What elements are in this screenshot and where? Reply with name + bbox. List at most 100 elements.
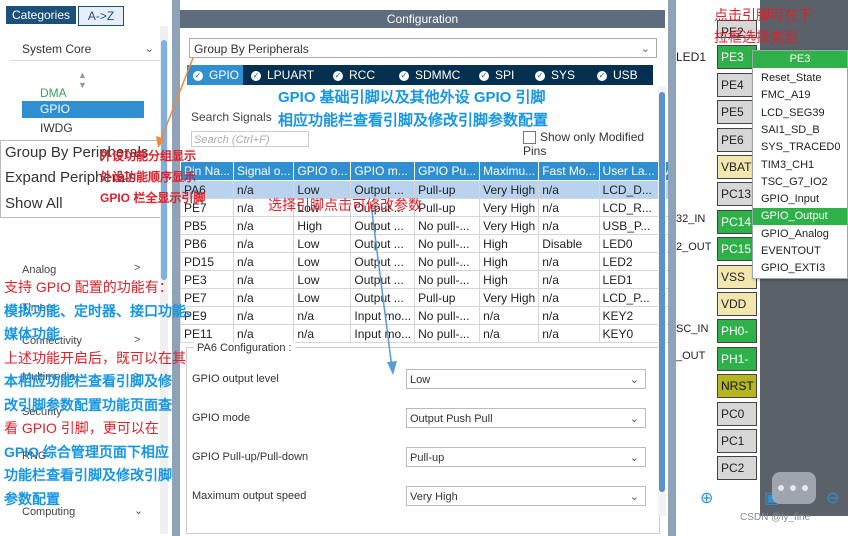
max-output-speed-select[interactable]: Very High ⌄ — [406, 486, 646, 506]
annotation-line: 外设功能分组显示 — [100, 149, 197, 163]
table-cell: PB6 — [180, 234, 235, 253]
chevron-right-icon: > — [134, 262, 141, 274]
pin-nrst[interactable]: NRST — [717, 374, 757, 399]
column-header[interactable]: Fast Mo... — [538, 161, 600, 181]
group-by-select[interactable]: Group By Peripherals ⌄ — [189, 38, 657, 58]
pin-menu-item[interactable]: Reset_State — [761, 70, 845, 87]
tab-a-to-z[interactable]: A->Z — [78, 6, 124, 26]
table-cell: High — [479, 270, 540, 289]
gpio-pull-select[interactable]: Pull-up ⌄ — [406, 447, 646, 467]
table-row[interactable]: PB6 n/a Low Output ... No pull-... High Disabl… — [180, 234, 668, 253]
zoom-in-icon[interactable]: ⊕ — [700, 488, 713, 508]
zoom-out-icon[interactable]: ⊖ — [826, 488, 839, 508]
pin-menu-item[interactable]: EVENTOUT — [761, 243, 845, 260]
table-row[interactable]: PE11 n/a n/a Input mo... No pull-... n/a n/a KE… — [180, 324, 668, 343]
table-cell: Output ... — [350, 270, 416, 289]
pin-pc2[interactable]: PC2 — [717, 456, 757, 481]
pin-vss[interactable]: VSS — [717, 264, 757, 289]
pin-ph1[interactable]: PH1- — [717, 346, 757, 371]
table-cell: n/a — [233, 324, 295, 343]
table-row[interactable]: PE3 n/a Low Output ... No pull-... High n/a LED… — [180, 270, 668, 289]
pin-menu-item[interactable]: SAI1_SD_B — [761, 122, 845, 139]
table-cell: Input mo... — [350, 306, 416, 325]
pin-pc13[interactable]: PC13 — [717, 182, 757, 207]
sidebar-item-iwdg[interactable]: IWDG — [40, 121, 73, 135]
config-scrollbar-thumb[interactable] — [659, 92, 665, 492]
show-modified-checkbox[interactable]: Show only Modified Pins — [523, 130, 668, 158]
max-output-speed-label: Maximum output speed — [192, 490, 307, 502]
pin-menu-item[interactable]: GPIO_EXTI3 — [761, 260, 845, 277]
table-cell: USB_P... — [598, 216, 659, 235]
column-header[interactable]: User La... — [598, 161, 659, 181]
gpio-pin-table: Pin Na... Signal o... GPIO o... GPIO m..… — [180, 161, 668, 343]
gpio-output-level-select[interactable]: Low ⌄ — [406, 369, 646, 389]
table-row[interactable]: PD15 n/a Low Output ... No pull-... High n/a LE… — [180, 252, 668, 271]
category-system-core[interactable]: System Core ⌄ — [10, 38, 160, 61]
table-cell: No pull-... — [414, 324, 481, 343]
pin-pe4[interactable]: PE4 — [717, 72, 757, 97]
table-row[interactable]: PA6 n/a Low Output ... Pull-up Very High n/a LC… — [180, 180, 668, 199]
gpio-mode-select[interactable]: Output Push Pull ⌄ — [406, 408, 646, 428]
check-icon: ✓ — [479, 70, 489, 81]
column-header[interactable]: GPIO Pu... — [414, 161, 481, 181]
tab-categories[interactable]: Categories — [6, 6, 76, 24]
chevron-down-icon: ⌄ — [629, 452, 639, 464]
pin-menu-item[interactable]: TIM3_CH1 — [761, 157, 845, 174]
pin-pe6[interactable]: PE6 — [717, 127, 757, 152]
pin-menu-item[interactable]: GPIO_Output — [753, 208, 847, 226]
table-cell: n/a — [538, 288, 600, 307]
pin-menu-item[interactable]: GPIO_Analog — [761, 226, 845, 243]
column-header[interactable]: GPIO m... — [350, 161, 416, 181]
pin-menu-item[interactable]: LCD_SEG39 — [761, 105, 845, 122]
table-cell: High — [479, 252, 540, 271]
pin-vbat[interactable]: VBAT — [717, 155, 757, 179]
table-cell: High — [293, 216, 352, 235]
table-cell: LED2 — [598, 252, 659, 271]
sidebar-item-gpio[interactable]: GPIO — [22, 101, 144, 118]
annotation-line: 拉框选择类型 — [714, 29, 798, 45]
column-header[interactable]: Signal o... — [233, 161, 295, 181]
pin-menu-item[interactable]: GPIO_Input — [761, 191, 845, 208]
table-cell: n/a — [479, 306, 540, 325]
table-cell: LCD_R... — [598, 198, 659, 217]
table-cell: n/a — [538, 324, 600, 343]
column-header[interactable]: GPIO o... — [293, 161, 352, 181]
annotation-line: 媒体功能 — [4, 326, 60, 342]
pin-menu-item[interactable]: SYS_TRACED0 — [761, 139, 845, 156]
tab-lpuart[interactable]: ✓ LPUART — [251, 65, 325, 85]
pin-ph0[interactable]: PH0- — [717, 319, 757, 344]
chevron-down-icon: ⌄ — [629, 491, 639, 503]
table-cell: n/a — [233, 252, 295, 271]
tab-usb[interactable]: ✓ USB — [597, 65, 653, 85]
tab-sdmmc[interactable]: ✓ SDMMC — [399, 65, 471, 85]
table-row[interactable]: PE7 n/a Low Output ... Pull-up Very High n/a LC… — [180, 288, 668, 307]
table-cell: Output ... — [350, 288, 416, 307]
table-row[interactable]: PE9 n/a n/a Input mo... No pull-... n/a n/a KEY… — [180, 306, 668, 325]
pin-menu-item[interactable]: FMC_A19 — [761, 87, 845, 104]
pin-pc0[interactable]: PC0 — [717, 401, 757, 426]
tab-sys[interactable]: ✓ SYS — [535, 65, 591, 85]
panel-divider[interactable] — [668, 0, 676, 536]
table-row[interactable]: PB5 n/a High Output ... No pull-... Very High… — [180, 216, 668, 235]
pin-menu-item[interactable]: TSC_G7_IO2 — [761, 174, 845, 191]
tab-rcc[interactable]: ✓ RCC — [333, 65, 393, 85]
pa6-configuration-title: PA6 Configuration : — [194, 342, 295, 354]
menu-item-show-all[interactable]: Show All — [5, 192, 63, 216]
pin-pe3[interactable]: PE3 — [717, 45, 757, 70]
tab-gpio[interactable]: ✓ GPIO — [187, 65, 243, 85]
table-cell: n/a — [538, 306, 600, 325]
check-icon: ✓ — [333, 70, 343, 81]
pin-pc14[interactable]: PC14 — [717, 209, 757, 234]
table-row[interactable]: PE7 n/a Low Output ... Pull-up Very High n/a LC… — [180, 198, 668, 217]
column-header[interactable]: Maximu... — [479, 161, 540, 181]
pin-pc1[interactable]: PC1 — [717, 429, 757, 453]
category-analog[interactable]: Analog — [22, 264, 56, 276]
chat-icon[interactable] — [772, 472, 816, 504]
pin-vdd[interactable]: VDD — [717, 292, 757, 316]
pin-pc15[interactable]: PC15 — [717, 237, 757, 262]
tab-spi[interactable]: ✓ SPI — [479, 65, 529, 85]
sidebar-item-dma[interactable]: DMA — [40, 86, 67, 100]
pin-pe5[interactable]: PE5 — [717, 100, 757, 125]
gpio-mode-label: GPIO mode — [192, 412, 251, 424]
search-input[interactable]: Search (Ctrl+F) — [191, 131, 309, 147]
